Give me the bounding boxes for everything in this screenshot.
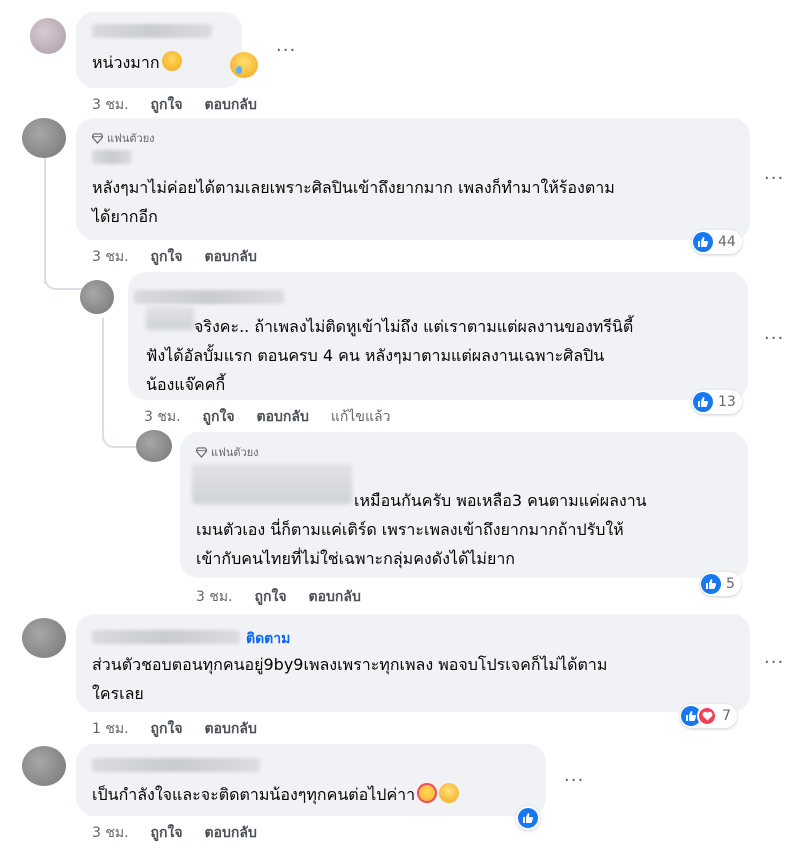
comment-time[interactable]: 3 ชม. (92, 822, 129, 844)
reply-button[interactable]: ตอบกลับ (205, 718, 257, 740)
reaction-count: 44 (718, 234, 736, 250)
more-options-icon[interactable]: ··· (764, 330, 784, 348)
fan-badge: แฟนตัวยง (92, 129, 155, 147)
avatar[interactable] (30, 18, 66, 54)
like-button[interactable]: ถูกใจ (151, 246, 183, 268)
like-button[interactable]: ถูกใจ (151, 94, 183, 116)
comment-text: หลังๆมาไม่ค่อยได้ตามเลยเพราะศิลปินเข้าถึ… (92, 178, 615, 226)
avatar[interactable] (22, 618, 66, 658)
comment-actions: 3 ชม. ถูกใจ ตอบกลับ (92, 94, 279, 116)
comment-text: หน่วงมาก (92, 48, 182, 77)
comment-time[interactable]: 3 ชม. (144, 406, 181, 428)
comment-text: จริงคะ.. ถ้าเพลงไม่ติดหูเข้าไม่ถึง แต่เร… (146, 317, 634, 394)
reaction-summary[interactable]: 13 (692, 390, 742, 414)
more-options-icon[interactable]: ··· (764, 654, 784, 672)
like-button[interactable]: ถูกใจ (255, 586, 287, 608)
diamond-icon (196, 446, 207, 458)
love-reaction-icon (697, 706, 717, 726)
like-button[interactable]: ถูกใจ (151, 718, 183, 740)
commenter-name-blurred[interactable] (92, 24, 212, 38)
reaction-count: 13 (718, 394, 736, 410)
like-reaction-icon (693, 232, 713, 252)
avatar[interactable] (136, 430, 172, 462)
reaction-count: 7 (722, 708, 731, 724)
like-button[interactable]: ถูกใจ (203, 406, 235, 428)
commenter-name-blurred[interactable] (92, 630, 240, 644)
more-options-icon[interactable]: ··· (276, 42, 296, 60)
commenter-name-blurred[interactable] (92, 758, 260, 772)
like-reaction-icon (693, 392, 713, 412)
reaction-summary[interactable] (516, 806, 540, 830)
hug-emoji (439, 783, 460, 803)
reaction-summary[interactable]: 5 (700, 572, 741, 596)
avatar[interactable] (22, 118, 66, 158)
reply-button[interactable]: ตอบกลับ (257, 406, 309, 428)
crying-face-emoji (161, 51, 182, 71)
comment-text: ส่วนตัวชอบตอนทุกคนอยู่9by9เพลงเพราะทุกเพ… (92, 655, 608, 703)
reply-button[interactable]: ตอบกลับ (309, 586, 361, 608)
comment-text: เหมือนกันครับ พอเหลือ3 คนตามแค่ผลงาน เมน… (196, 491, 647, 568)
edited-label: แก้ไขแล้ว (330, 409, 391, 425)
comment-actions: 3 ชม. ถูกใจ ตอบกลับ แก้ไขแล้ว (144, 406, 412, 428)
avatar[interactable] (80, 280, 114, 314)
thread-connector (44, 250, 84, 290)
reaction-summary[interactable]: 44 (692, 230, 742, 254)
comment-actions: 3 ชม. ถูกใจ ตอบกลับ (92, 246, 279, 268)
reply-button[interactable]: ตอบกลับ (205, 94, 257, 116)
more-options-icon[interactable]: ··· (764, 170, 784, 188)
comment-actions: 3 ชม. ถูกใจ ตอบกลับ (196, 586, 383, 608)
comment-time[interactable]: 1 ชม. (92, 718, 129, 740)
comment-time[interactable]: 3 ชม. (92, 246, 129, 268)
commenter-name-blurred[interactable] (134, 290, 284, 304)
crying-sticker-emoji (230, 52, 258, 78)
like-button[interactable]: ถูกใจ (151, 822, 183, 844)
commenter-name-blurred[interactable] (92, 150, 132, 164)
fan-badge: แฟนตัวยง (196, 443, 259, 461)
reply-button[interactable]: ตอบกลับ (205, 246, 257, 268)
smiling-hearts-emoji (417, 783, 438, 803)
reaction-summary[interactable]: 7 (680, 704, 737, 728)
comment-time[interactable]: 3 ชม. (196, 586, 233, 608)
comment-time[interactable]: 3 ชม. (92, 94, 129, 116)
comment-actions: 3 ชม. ถูกใจ ตอบกลับ (92, 822, 279, 844)
like-reaction-icon (701, 574, 721, 594)
reaction-count: 5 (726, 576, 735, 592)
comment-actions: 1 ชม. ถูกใจ ตอบกลับ (92, 718, 279, 740)
more-options-icon[interactable]: ··· (564, 772, 584, 790)
comment-text: เป็นกำลังใจและจะติดตามน้องๆทุกคนต่อไปค่า… (92, 780, 460, 809)
thread-connector (102, 410, 136, 448)
diamond-icon (92, 132, 103, 144)
reply-button[interactable]: ตอบกลับ (205, 822, 257, 844)
follow-button[interactable]: ติดตาม (246, 628, 290, 650)
like-reaction-icon (518, 808, 538, 828)
avatar[interactable] (22, 746, 66, 786)
